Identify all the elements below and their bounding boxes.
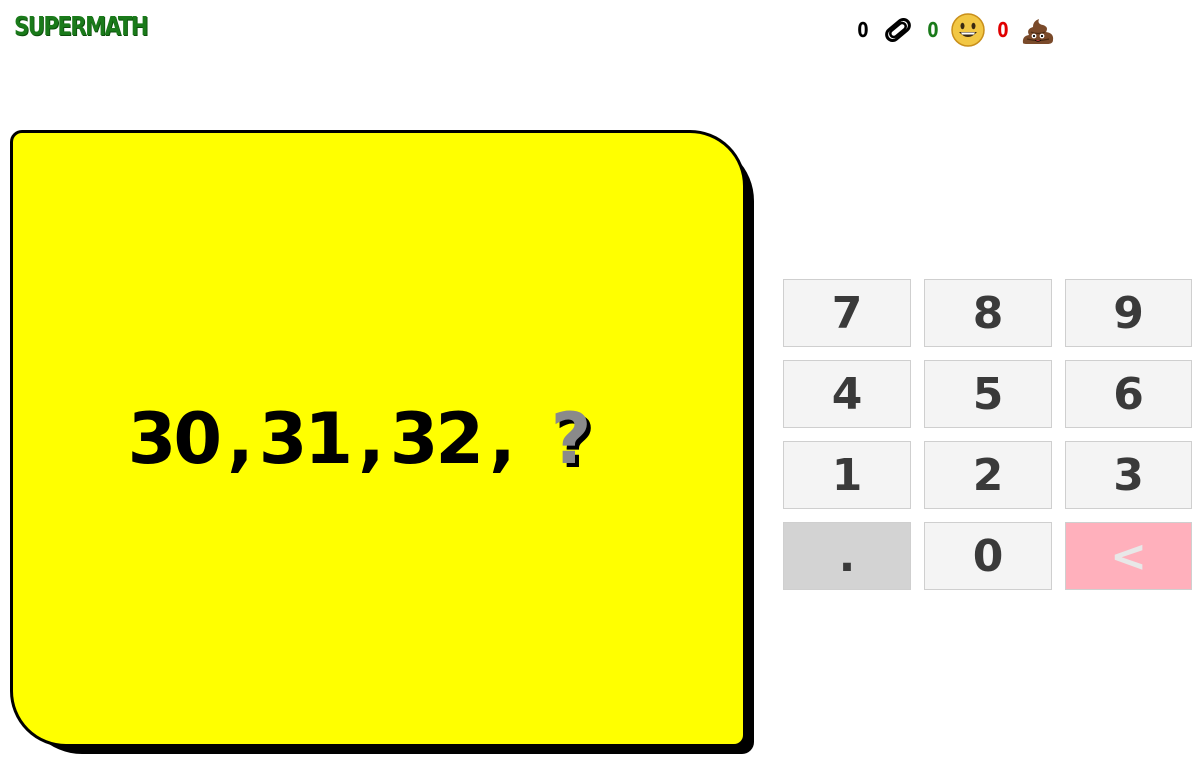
sequence-separator: , bbox=[358, 397, 385, 480]
correct-count: 0 bbox=[927, 18, 939, 42]
key-9[interactable]: 9 bbox=[1065, 279, 1192, 347]
key-decimal-point[interactable]: . bbox=[783, 522, 911, 590]
score-bar: 0 0 0 bbox=[855, 10, 1057, 50]
sequence-term: 30 bbox=[127, 397, 222, 480]
key-7[interactable]: 7 bbox=[783, 279, 911, 347]
sequence-term: 32 bbox=[389, 397, 484, 480]
key-2[interactable]: 2 bbox=[924, 441, 1052, 509]
number-keypad: 7 8 9 4 5 6 1 2 3 . 0 < bbox=[783, 279, 1192, 590]
unknown-term: ? bbox=[550, 397, 592, 480]
key-4[interactable]: 4 bbox=[783, 360, 911, 428]
key-8[interactable]: 8 bbox=[924, 279, 1052, 347]
poop-icon bbox=[1019, 11, 1057, 49]
hints-count: 0 bbox=[857, 18, 869, 42]
key-5[interactable]: 5 bbox=[924, 360, 1052, 428]
smiley-icon bbox=[949, 11, 987, 49]
paperclip-icon bbox=[879, 11, 917, 49]
wrong-count: 0 bbox=[997, 18, 1009, 42]
key-1[interactable]: 1 bbox=[783, 441, 911, 509]
number-sequence: 30 , 31 , 32 , ? bbox=[13, 133, 743, 744]
key-3[interactable]: 3 bbox=[1065, 441, 1192, 509]
sequence-separator: , bbox=[489, 397, 516, 480]
app-logo: SUPERMATH bbox=[14, 12, 149, 42]
backspace-button[interactable]: < bbox=[1065, 522, 1192, 590]
sequence-term: 31 bbox=[258, 397, 353, 480]
sequence-separator: , bbox=[227, 397, 254, 480]
key-0[interactable]: 0 bbox=[924, 522, 1052, 590]
question-card: 30 , 31 , 32 , ? bbox=[10, 130, 746, 747]
key-6[interactable]: 6 bbox=[1065, 360, 1192, 428]
